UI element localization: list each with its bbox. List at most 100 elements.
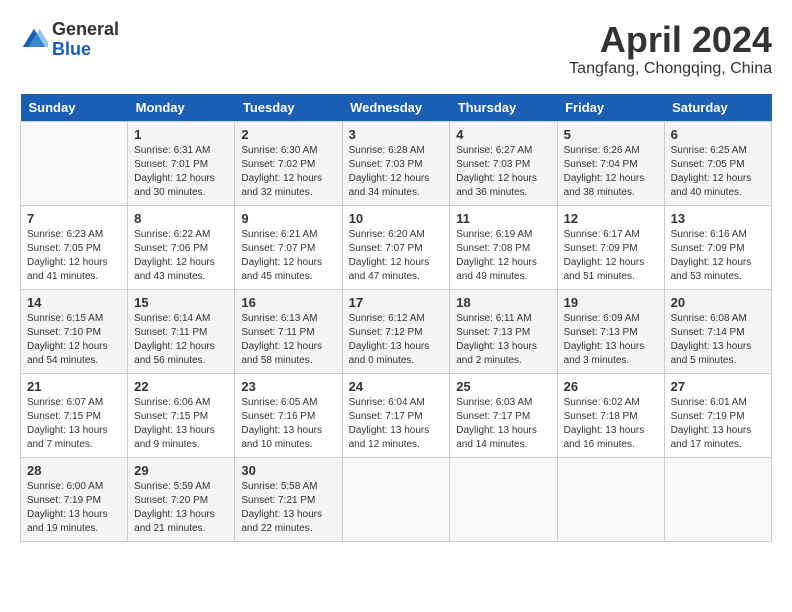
calendar-cell: 30Sunrise: 5:58 AM Sunset: 7:21 PM Dayli…: [235, 457, 342, 541]
logo: General Blue: [20, 20, 119, 60]
day-info: Sunrise: 6:21 AM Sunset: 7:07 PM Dayligh…: [241, 228, 335, 284]
day-number: 5: [564, 127, 658, 142]
calendar-week-2: 7 Sunrise: 6:23 AM Sunset: 7:05 PM Daylig…: [21, 205, 772, 289]
calendar-cell: 4 Sunrise: 6:27 AM Sunset: 7:03 PM Daylig…: [450, 121, 557, 205]
day-info: Sunrise: 6:26 AM Sunset: 7:04 PM Dayligh…: [564, 144, 658, 200]
calendar-cell: 8Sunrise: 6:22 AM Sunset: 7:06 PM Daylig…: [128, 205, 235, 289]
day-number: 19: [564, 295, 658, 310]
calendar-cell: 15 Sunrise: 6:14 AM Sunset: 7:11 PM Dayli…: [128, 289, 235, 373]
calendar-week-3: 14 Sunrise: 6:15 AM Sunset: 7:10 PM Dayli…: [21, 289, 772, 373]
calendar-cell: 28Sunrise: 6:00 AM Sunset: 7:19 PM Dayli…: [21, 457, 128, 541]
day-header-thursday: Thursday: [450, 94, 557, 122]
day-header-wednesday: Wednesday: [342, 94, 450, 122]
calendar-cell: 21 Sunrise: 6:07 AM Sunset: 7:15 PM Dayli…: [21, 373, 128, 457]
logo-icon: [20, 26, 48, 54]
day-header-monday: Monday: [128, 94, 235, 122]
calendar-cell: [450, 457, 557, 541]
day-number: 21: [27, 379, 121, 394]
calendar-cell: 12Sunrise: 6:17 AM Sunset: 7:09 PM Dayli…: [557, 205, 664, 289]
day-number: 28: [27, 463, 121, 478]
day-number: 4: [456, 127, 550, 142]
page-header: General Blue April 2024 Tangfang, Chongq…: [20, 20, 772, 78]
title-block: April 2024 Tangfang, Chongqing, China: [569, 20, 772, 78]
calendar-cell: 6 Sunrise: 6:25 AM Sunset: 7:05 PM Daylig…: [664, 121, 771, 205]
day-number: 14: [27, 295, 121, 310]
day-header-saturday: Saturday: [664, 94, 771, 122]
day-number: 16: [241, 295, 335, 310]
logo-text: General Blue: [52, 20, 119, 60]
day-number: 1: [134, 127, 228, 142]
day-info: Sunrise: 6:14 AM Sunset: 7:11 PM Dayligh…: [134, 312, 228, 368]
calendar-cell: 17Sunrise: 6:12 AM Sunset: 7:12 PM Dayli…: [342, 289, 450, 373]
day-info: Sunrise: 6:06 AM Sunset: 7:15 PM Dayligh…: [134, 396, 228, 452]
day-info: Sunrise: 6:12 AM Sunset: 7:12 PM Dayligh…: [349, 312, 444, 368]
day-info: Sunrise: 6:11 AM Sunset: 7:13 PM Dayligh…: [456, 312, 550, 368]
day-header-friday: Friday: [557, 94, 664, 122]
day-number: 7: [27, 211, 121, 226]
day-info: Sunrise: 6:07 AM Sunset: 7:15 PM Dayligh…: [27, 396, 121, 452]
day-info: Sunrise: 6:17 AM Sunset: 7:09 PM Dayligh…: [564, 228, 658, 284]
day-info: Sunrise: 6:05 AM Sunset: 7:16 PM Dayligh…: [241, 396, 335, 452]
day-info: Sunrise: 6:02 AM Sunset: 7:18 PM Dayligh…: [564, 396, 658, 452]
calendar-cell: 26Sunrise: 6:02 AM Sunset: 7:18 PM Dayli…: [557, 373, 664, 457]
calendar-cell: 25 Sunrise: 6:03 AM Sunset: 7:17 PM Dayli…: [450, 373, 557, 457]
day-number: 18: [456, 295, 550, 310]
day-info: Sunrise: 6:28 AM Sunset: 7:03 PM Dayligh…: [349, 144, 444, 200]
day-info: Sunrise: 6:20 AM Sunset: 7:07 PM Dayligh…: [349, 228, 444, 284]
day-info: Sunrise: 6:13 AM Sunset: 7:11 PM Dayligh…: [241, 312, 335, 368]
calendar-table: SundayMondayTuesdayWednesdayThursdayFrid…: [20, 94, 772, 542]
calendar-cell: [21, 121, 128, 205]
day-number: 24: [349, 379, 444, 394]
day-number: 29: [134, 463, 228, 478]
day-number: 25: [456, 379, 550, 394]
day-info: Sunrise: 6:03 AM Sunset: 7:17 PM Dayligh…: [456, 396, 550, 452]
day-number: 11: [456, 211, 550, 226]
calendar-cell: 2 Sunrise: 6:30 AM Sunset: 7:02 PM Daylig…: [235, 121, 342, 205]
calendar-cell: 16 Sunrise: 6:13 AM Sunset: 7:11 PM Dayli…: [235, 289, 342, 373]
day-number: 6: [671, 127, 765, 142]
calendar-cell: 23 Sunrise: 6:05 AM Sunset: 7:16 PM Dayli…: [235, 373, 342, 457]
day-info: Sunrise: 6:09 AM Sunset: 7:13 PM Dayligh…: [564, 312, 658, 368]
day-number: 9: [241, 211, 335, 226]
calendar-week-4: 21 Sunrise: 6:07 AM Sunset: 7:15 PM Dayli…: [21, 373, 772, 457]
calendar-header-row: SundayMondayTuesdayWednesdayThursdayFrid…: [21, 94, 772, 122]
day-number: 15: [134, 295, 228, 310]
calendar-cell: [664, 457, 771, 541]
calendar-cell: 1 Sunrise: 6:31 AM Sunset: 7:01 PM Daylig…: [128, 121, 235, 205]
day-info: Sunrise: 6:16 AM Sunset: 7:09 PM Dayligh…: [671, 228, 765, 284]
calendar-cell: 22 Sunrise: 6:06 AM Sunset: 7:15 PM Dayli…: [128, 373, 235, 457]
day-number: 3: [349, 127, 444, 142]
calendar-cell: [342, 457, 450, 541]
calendar-cell: [557, 457, 664, 541]
day-number: 2: [241, 127, 335, 142]
day-info: Sunrise: 6:30 AM Sunset: 7:02 PM Dayligh…: [241, 144, 335, 200]
day-number: 10: [349, 211, 444, 226]
calendar-cell: 19 Sunrise: 6:09 AM Sunset: 7:13 PM Dayli…: [557, 289, 664, 373]
calendar-cell: 13Sunrise: 6:16 AM Sunset: 7:09 PM Dayli…: [664, 205, 771, 289]
day-info: Sunrise: 6:19 AM Sunset: 7:08 PM Dayligh…: [456, 228, 550, 284]
calendar-week-5: 28Sunrise: 6:00 AM Sunset: 7:19 PM Dayli…: [21, 457, 772, 541]
day-info: Sunrise: 6:23 AM Sunset: 7:05 PM Dayligh…: [27, 228, 121, 284]
day-header-sunday: Sunday: [21, 94, 128, 122]
calendar-cell: 3 Sunrise: 6:28 AM Sunset: 7:03 PM Daylig…: [342, 121, 450, 205]
day-info: Sunrise: 6:31 AM Sunset: 7:01 PM Dayligh…: [134, 144, 228, 200]
calendar-cell: 18 Sunrise: 6:11 AM Sunset: 7:13 PM Dayli…: [450, 289, 557, 373]
day-info: Sunrise: 6:25 AM Sunset: 7:05 PM Dayligh…: [671, 144, 765, 200]
day-number: 23: [241, 379, 335, 394]
day-info: Sunrise: 6:15 AM Sunset: 7:10 PM Dayligh…: [27, 312, 121, 368]
day-number: 22: [134, 379, 228, 394]
day-header-tuesday: Tuesday: [235, 94, 342, 122]
calendar-week-1: 1 Sunrise: 6:31 AM Sunset: 7:01 PM Daylig…: [21, 121, 772, 205]
day-info: Sunrise: 6:08 AM Sunset: 7:14 PM Dayligh…: [671, 312, 765, 368]
calendar-cell: 20Sunrise: 6:08 AM Sunset: 7:14 PM Dayli…: [664, 289, 771, 373]
location-subtitle: Tangfang, Chongqing, China: [569, 60, 772, 78]
day-number: 8: [134, 211, 228, 226]
calendar-cell: 29 Sunrise: 5:59 AM Sunset: 7:20 PM Dayli…: [128, 457, 235, 541]
day-info: Sunrise: 5:58 AM Sunset: 7:21 PM Dayligh…: [241, 480, 335, 536]
day-info: Sunrise: 6:27 AM Sunset: 7:03 PM Dayligh…: [456, 144, 550, 200]
day-info: Sunrise: 6:04 AM Sunset: 7:17 PM Dayligh…: [349, 396, 444, 452]
day-info: Sunrise: 5:59 AM Sunset: 7:20 PM Dayligh…: [134, 480, 228, 536]
day-info: Sunrise: 6:01 AM Sunset: 7:19 PM Dayligh…: [671, 396, 765, 452]
month-title: April 2024: [569, 20, 772, 60]
calendar-cell: 5 Sunrise: 6:26 AM Sunset: 7:04 PM Daylig…: [557, 121, 664, 205]
